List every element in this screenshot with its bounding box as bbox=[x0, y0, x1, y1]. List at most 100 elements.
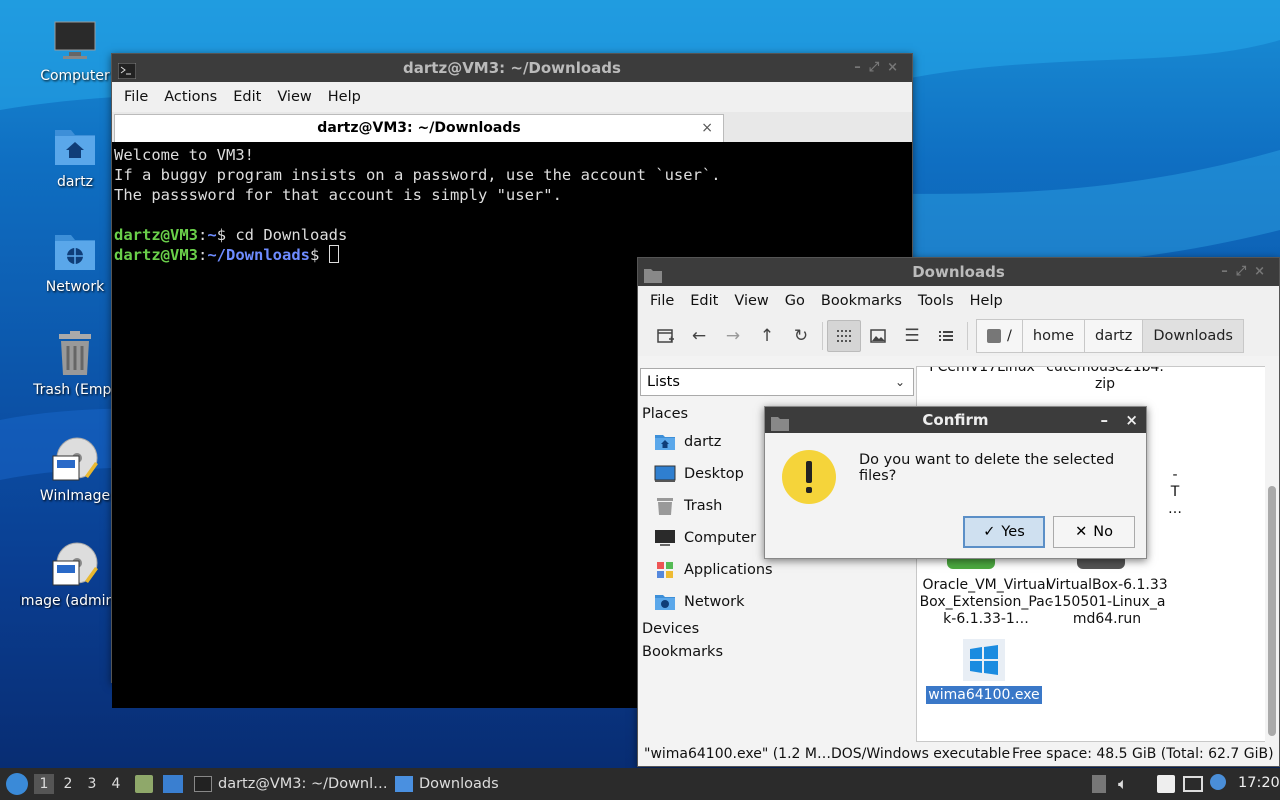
file-manager-title: Downloads bbox=[912, 263, 1005, 281]
x-icon: ✕ bbox=[1075, 524, 1088, 540]
trash-icon bbox=[654, 497, 676, 515]
chevron-down-icon: ⌄ bbox=[894, 375, 905, 389]
winimage-icon bbox=[51, 436, 99, 484]
breadcrumb-home[interactable]: home bbox=[1021, 319, 1085, 353]
menu-go[interactable]: Go bbox=[777, 293, 813, 309]
show-desktop-icon[interactable] bbox=[163, 775, 183, 793]
confirm-dialog[interactable]: Confirm – × Do you want to delete the se… bbox=[764, 406, 1147, 559]
terminal-tabbar: dartz@VM3: ~/Downloads × bbox=[112, 112, 912, 142]
menu-bookmarks[interactable]: Bookmarks bbox=[813, 293, 910, 309]
home-folder-icon bbox=[51, 122, 99, 170]
menu-help[interactable]: Help bbox=[962, 293, 1011, 309]
menu-tools[interactable]: Tools bbox=[910, 293, 962, 309]
terminal-titlebar[interactable]: dartz@VM3: ~/Downloads –⤢× bbox=[112, 54, 912, 82]
drive-icon bbox=[987, 329, 1001, 343]
thumbnail-view-icon[interactable] bbox=[861, 320, 895, 352]
warning-icon bbox=[781, 449, 837, 509]
applications-icon bbox=[654, 561, 676, 579]
menu-actions[interactable]: Actions bbox=[156, 89, 225, 105]
terminal-line: If a buggy program insists on a password… bbox=[114, 166, 721, 184]
workspace-4[interactable]: 4 bbox=[106, 774, 126, 794]
file-manager-titlebar[interactable]: Downloads –⤢× bbox=[638, 258, 1279, 286]
scrollbar-thumb[interactable] bbox=[1268, 486, 1276, 736]
place-dartz[interactable]: dartz bbox=[654, 429, 721, 455]
menu-view[interactable]: View bbox=[726, 293, 776, 309]
place-applications[interactable]: Applications bbox=[654, 557, 773, 583]
minimize-icon[interactable]: – bbox=[1221, 264, 1236, 279]
home-folder-icon bbox=[654, 433, 676, 451]
tray-up-icon[interactable] bbox=[1092, 775, 1106, 793]
file-item-partial[interactable]: - T … bbox=[1165, 467, 1185, 518]
workspace-3[interactable]: 3 bbox=[82, 774, 102, 794]
file-manager-menubar: File Edit View Go Bookmarks Tools Help bbox=[638, 286, 1279, 316]
new-tab-icon[interactable] bbox=[648, 320, 682, 352]
file-manager-launcher-icon[interactable] bbox=[135, 775, 153, 793]
notification-icon[interactable] bbox=[1210, 774, 1226, 790]
status-bar: "wima64100.exe" (1.2 M…DOS/Windows execu… bbox=[638, 742, 1279, 766]
place-network[interactable]: Network bbox=[654, 589, 745, 615]
task-downloads[interactable]: Downloads bbox=[395, 771, 499, 797]
maximize-icon[interactable]: ⤢ bbox=[1236, 264, 1254, 279]
file-item[interactable]: PCemV17Linux bbox=[917, 367, 1047, 376]
dialog-message: Do you want to delete the selected files… bbox=[859, 452, 1115, 484]
tab-close-icon[interactable]: × bbox=[701, 115, 713, 141]
close-icon[interactable]: × bbox=[1254, 264, 1273, 279]
no-button[interactable]: ✕ No bbox=[1053, 516, 1135, 548]
menu-file[interactable]: File bbox=[116, 89, 156, 105]
computer-icon bbox=[654, 529, 676, 547]
side-pane-mode-select[interactable]: Lists ⌄ bbox=[640, 368, 914, 396]
bookmarks-heading[interactable]: Bookmarks bbox=[642, 644, 723, 660]
detailed-view-icon[interactable] bbox=[929, 320, 963, 352]
minimize-icon[interactable]: – bbox=[1101, 407, 1109, 433]
clock[interactable]: 17:20 bbox=[1238, 775, 1280, 791]
up-icon[interactable]: ↑ bbox=[750, 320, 784, 352]
terminal-icon bbox=[117, 60, 137, 80]
terminal-icon bbox=[194, 776, 212, 792]
menu-file[interactable]: File bbox=[642, 293, 682, 309]
forward-icon[interactable]: → bbox=[716, 320, 750, 352]
back-icon[interactable]: ← bbox=[682, 320, 716, 352]
terminal-prompt-line: dartz@VM3:~$ cd Downloads bbox=[114, 226, 348, 244]
menu-edit[interactable]: Edit bbox=[682, 293, 726, 309]
folder-icon bbox=[771, 413, 789, 431]
workspace-1[interactable]: 1 bbox=[34, 774, 54, 794]
compact-view-icon[interactable]: ☰ bbox=[895, 320, 929, 352]
dialog-titlebar[interactable]: Confirm – × bbox=[765, 407, 1146, 433]
devices-heading[interactable]: Devices bbox=[642, 621, 699, 637]
file-view-scrollbar[interactable] bbox=[1265, 366, 1279, 742]
icon-view-icon[interactable] bbox=[827, 320, 861, 352]
close-icon[interactable]: × bbox=[1125, 407, 1138, 433]
breadcrumb-dartz[interactable]: dartz bbox=[1084, 319, 1144, 353]
place-desktop[interactable]: Desktop bbox=[654, 461, 744, 487]
place-trash[interactable]: Trash bbox=[654, 493, 722, 519]
clipboard-icon[interactable] bbox=[1157, 775, 1175, 793]
menu-edit[interactable]: Edit bbox=[225, 89, 269, 105]
taskbar: 1 2 3 4 dartz@VM3: ~/Downl… Downloads 🔈︎… bbox=[0, 768, 1280, 800]
volume-icon[interactable]: 🔈︎ bbox=[1118, 774, 1128, 794]
file-item[interactable]: Oracle_VM_VirtualBox_Extension_Pack-6.1.… bbox=[919, 577, 1053, 628]
file-item[interactable]: cutemouse21b4.zip bbox=[1045, 367, 1165, 393]
maximize-icon[interactable]: ⤢ bbox=[869, 60, 887, 75]
breadcrumb-downloads[interactable]: Downloads bbox=[1142, 319, 1244, 353]
menu-help[interactable]: Help bbox=[320, 89, 369, 105]
task-terminal[interactable]: dartz@VM3: ~/Downl… bbox=[194, 771, 388, 797]
place-computer[interactable]: Computer bbox=[654, 525, 756, 551]
trash-icon bbox=[51, 330, 99, 378]
network-status-icon[interactable] bbox=[1183, 776, 1203, 792]
file-item-selected[interactable]: wima64100.exe bbox=[919, 639, 1049, 704]
close-icon[interactable]: × bbox=[887, 60, 906, 75]
terminal-line: The passsword for that account is simply… bbox=[114, 186, 562, 204]
minimize-icon[interactable]: – bbox=[854, 60, 869, 75]
reload-icon[interactable]: ↻ bbox=[784, 320, 818, 352]
folder-icon bbox=[395, 776, 413, 792]
workspace-2[interactable]: 2 bbox=[58, 774, 78, 794]
terminal-cursor bbox=[328, 245, 339, 263]
file-item[interactable]: VirtualBox-6.1.33-150501-Linux_amd64.run bbox=[1045, 577, 1169, 628]
start-menu-icon[interactable] bbox=[6, 773, 28, 795]
network-icon bbox=[654, 593, 676, 611]
terminal-tab[interactable]: dartz@VM3: ~/Downloads × bbox=[114, 114, 724, 142]
menu-view[interactable]: View bbox=[269, 89, 319, 105]
windows-exe-icon bbox=[963, 639, 1005, 681]
yes-button[interactable]: ✓ Yes bbox=[963, 516, 1045, 548]
breadcrumb-root[interactable]: / bbox=[976, 319, 1023, 353]
